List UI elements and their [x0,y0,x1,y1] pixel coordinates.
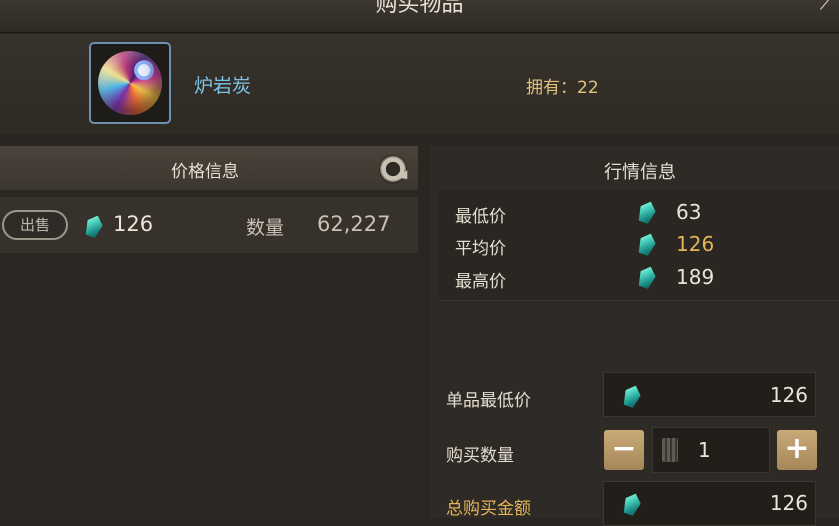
lava-charcoal-orb-icon [98,51,162,115]
avg-price-label: 平均价 [455,239,506,259]
calculator-icon[interactable] [662,438,678,462]
max-price-value: 189 [676,265,715,289]
listing-quantity-label: 数量 [246,217,285,239]
quantity-value: 1 [698,438,711,462]
window-title: 购买物品 [375,0,464,17]
total-amount-value: 126 [769,491,808,515]
listing-quantity: 62,227 [317,212,391,236]
market-info-title: 行情信息 [604,162,676,183]
unit-min-price-label: 单品最低价 [446,391,531,411]
total-amount-label: 总购买金额 [446,499,531,519]
decrease-quantity-button[interactable]: − [604,430,644,470]
listing-price: 126 [113,212,154,236]
buy-quantity-label: 购买数量 [446,446,514,466]
min-price-value: 63 [676,200,702,224]
price-info-title: 价格信息 [171,162,239,182]
avg-price-value: 126 [676,232,715,256]
increase-quantity-button[interactable]: + [777,430,817,470]
sell-tag-button[interactable]: 出售 [2,210,68,240]
close-icon[interactable]: ⟋ [820,0,835,15]
unit-min-price-value: 126 [769,383,808,407]
owned-count: 拥有：22 [526,78,599,98]
item-icon[interactable] [89,42,171,124]
min-price-label: 最低价 [455,207,506,227]
max-price-label: 最高价 [455,272,506,292]
item-name: 炉岩炭 [194,75,252,97]
